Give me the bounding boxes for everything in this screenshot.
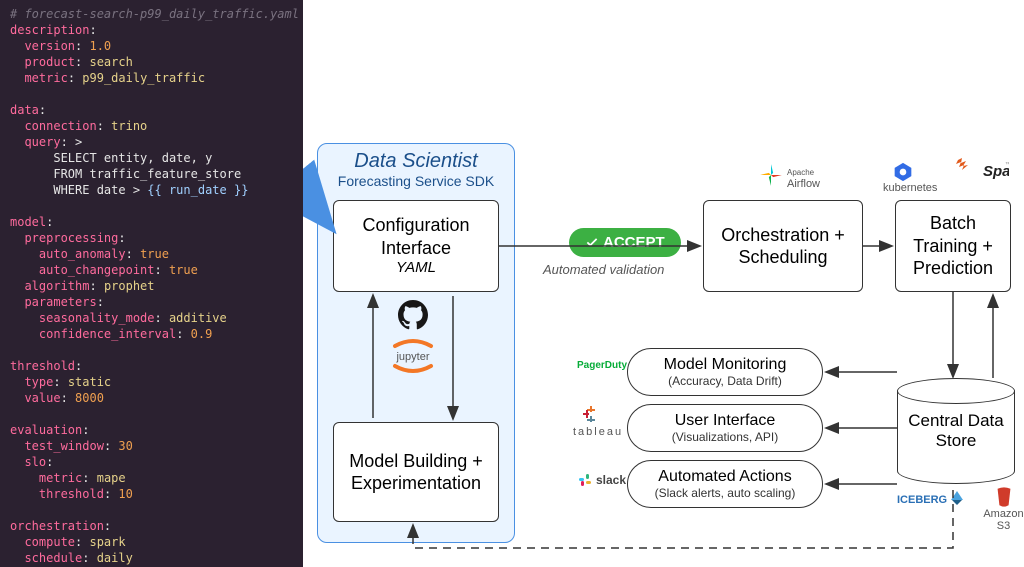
slack-icon: slack <box>577 472 626 488</box>
label-kubernetes: kubernetes <box>883 182 937 194</box>
architecture-diagram: Data Scientist Forecasting Service SDK C… <box>303 0 1024 567</box>
jupyter-icon: jupyter <box>383 336 443 376</box>
label-tableau: tableau <box>573 426 623 438</box>
label-iceberg: ICEBERG <box>897 494 947 506</box>
kubernetes-icon <box>893 162 913 182</box>
label-airflow: ApacheApache AirflowAirflow <box>787 166 820 190</box>
group-subtitle: Forecasting Service SDK <box>318 173 514 189</box>
label-automated-validation: Automated validation <box>543 262 664 277</box>
pill-automated-actions: Automated Actions (Slack alerts, auto sc… <box>627 460 823 508</box>
spark-icon: Spark ™ <box>953 156 1009 186</box>
s3-icon: Amazon S3 <box>983 486 1024 532</box>
node-model-building: Model Building + Experimentation <box>333 422 499 522</box>
group-title: Data Scientist <box>318 144 514 173</box>
airflow-icon <box>758 162 784 188</box>
pill-user-interface: User Interface (Visualizations, API) <box>627 404 823 452</box>
yaml-code-panel: # forecast-search-p99_daily_traffic.yaml… <box>0 0 303 567</box>
node-batch: Batch Training + Prediction <box>895 200 1011 292</box>
svg-text:™: ™ <box>1005 161 1009 168</box>
label-pagerduty: PagerDuty <box>577 360 627 371</box>
check-icon <box>585 236 599 250</box>
tableau-icon <box>581 404 601 424</box>
accept-badge: ACCEPT <box>569 228 681 257</box>
code-filename: # forecast-search-p99_daily_traffic.yaml <box>10 7 299 21</box>
pill-model-monitoring: Model Monitoring (Accuracy, Data Drift) <box>627 348 823 396</box>
node-orchestration: Orchestration + Scheduling <box>703 200 863 292</box>
svg-text:jupyter: jupyter <box>395 351 429 363</box>
github-icon <box>398 300 428 330</box>
iceberg-icon <box>949 490 965 506</box>
node-config-interface: Configuration Interface YAML <box>333 200 499 292</box>
